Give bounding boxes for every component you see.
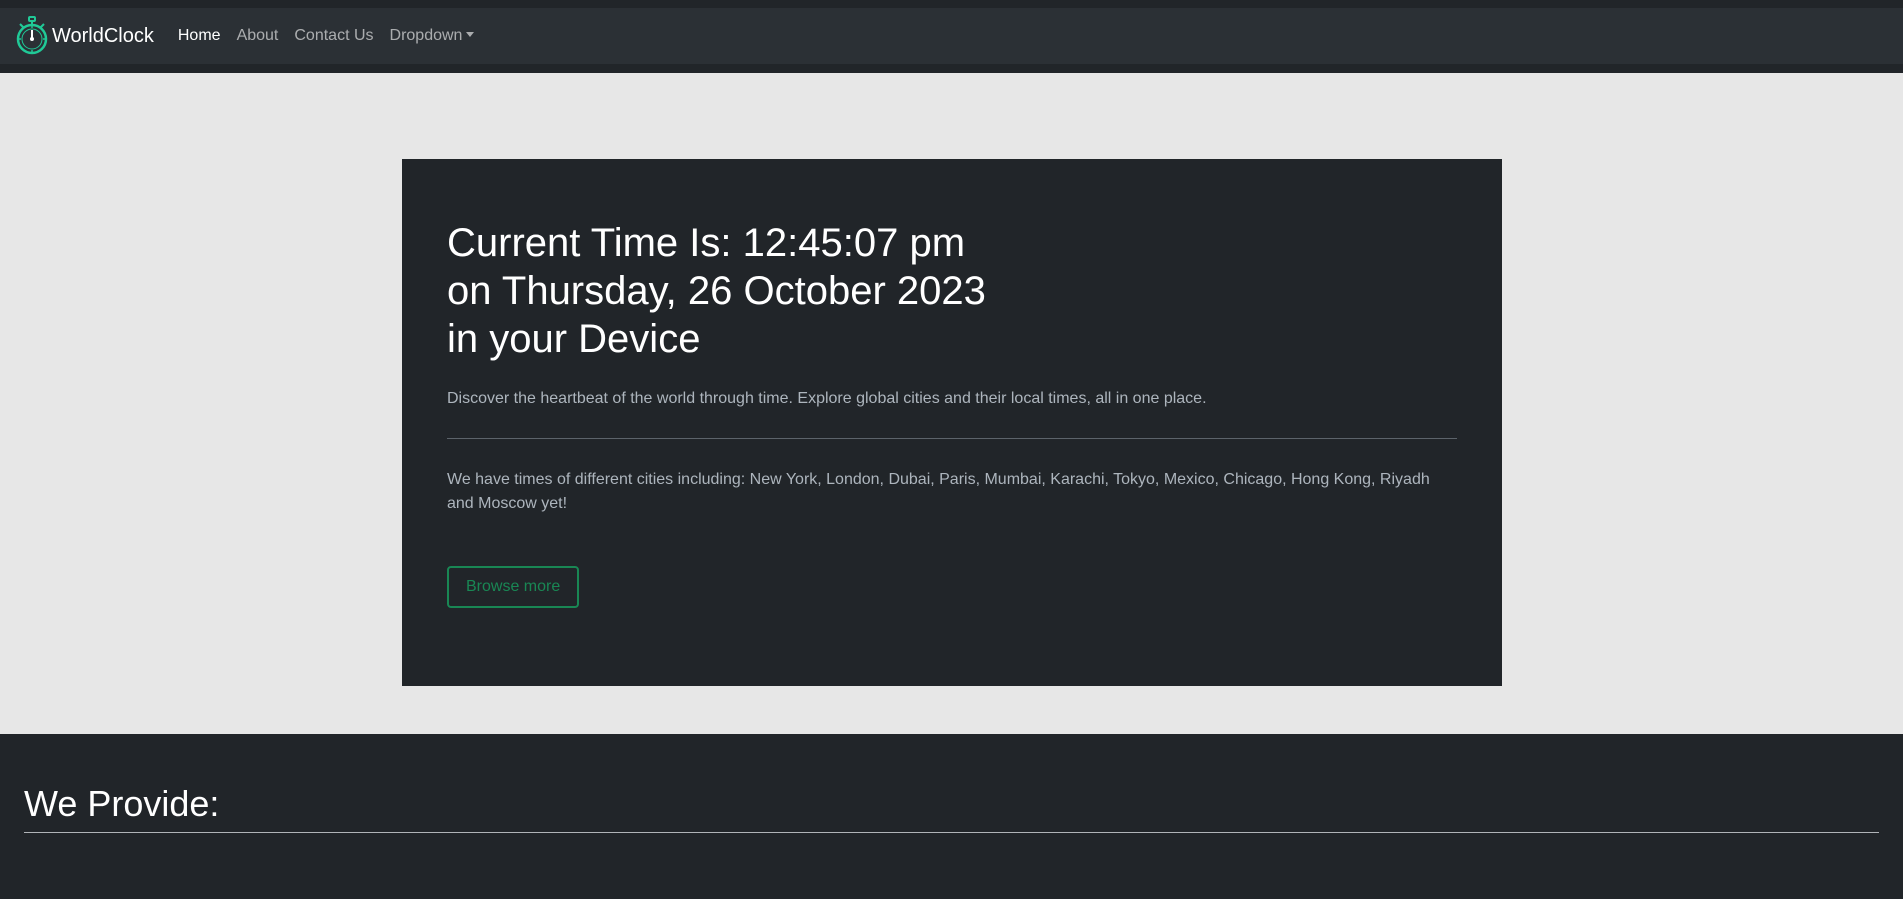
section-divider xyxy=(24,832,1879,833)
nav-dropdown-label: Dropdown xyxy=(389,27,463,44)
navbar: WorldClock Home About Contact Us Dropdow… xyxy=(0,8,1903,64)
hero-card: Current Time Is: 12:45:07 pm on Thursday… xyxy=(402,159,1502,686)
hero-lead: Discover the heartbeat of the world thro… xyxy=(447,390,1207,407)
we-provide-section: We Provide: xyxy=(0,734,1903,899)
nav-about[interactable]: About xyxy=(237,27,279,45)
caret-down-icon xyxy=(466,32,475,37)
nav-contact-us[interactable]: Contact Us xyxy=(294,27,373,45)
nav-dropdown[interactable]: Dropdown xyxy=(390,27,475,45)
top-strip xyxy=(0,0,1903,8)
current-date-line: on Thursday, 26 October 2023 xyxy=(447,269,986,313)
stopwatch-icon xyxy=(16,16,48,56)
hero-divider xyxy=(447,438,1457,439)
current-time-line: Current Time Is: 12:45:07 pm xyxy=(447,221,966,265)
hero-title: Current Time Is: 12:45:07 pm on Thursday… xyxy=(447,219,1457,363)
section-title: We Provide: xyxy=(24,783,220,824)
brand-name: WorldClock xyxy=(52,24,154,47)
brand-link[interactable]: WorldClock xyxy=(16,16,154,56)
nav-home[interactable]: Home xyxy=(178,27,221,45)
hero-description: We have times of different cities includ… xyxy=(447,471,1430,512)
browse-more-button[interactable]: Browse more xyxy=(447,566,580,608)
navbar-shadow xyxy=(0,64,1903,73)
device-line: in your Device xyxy=(447,317,701,361)
